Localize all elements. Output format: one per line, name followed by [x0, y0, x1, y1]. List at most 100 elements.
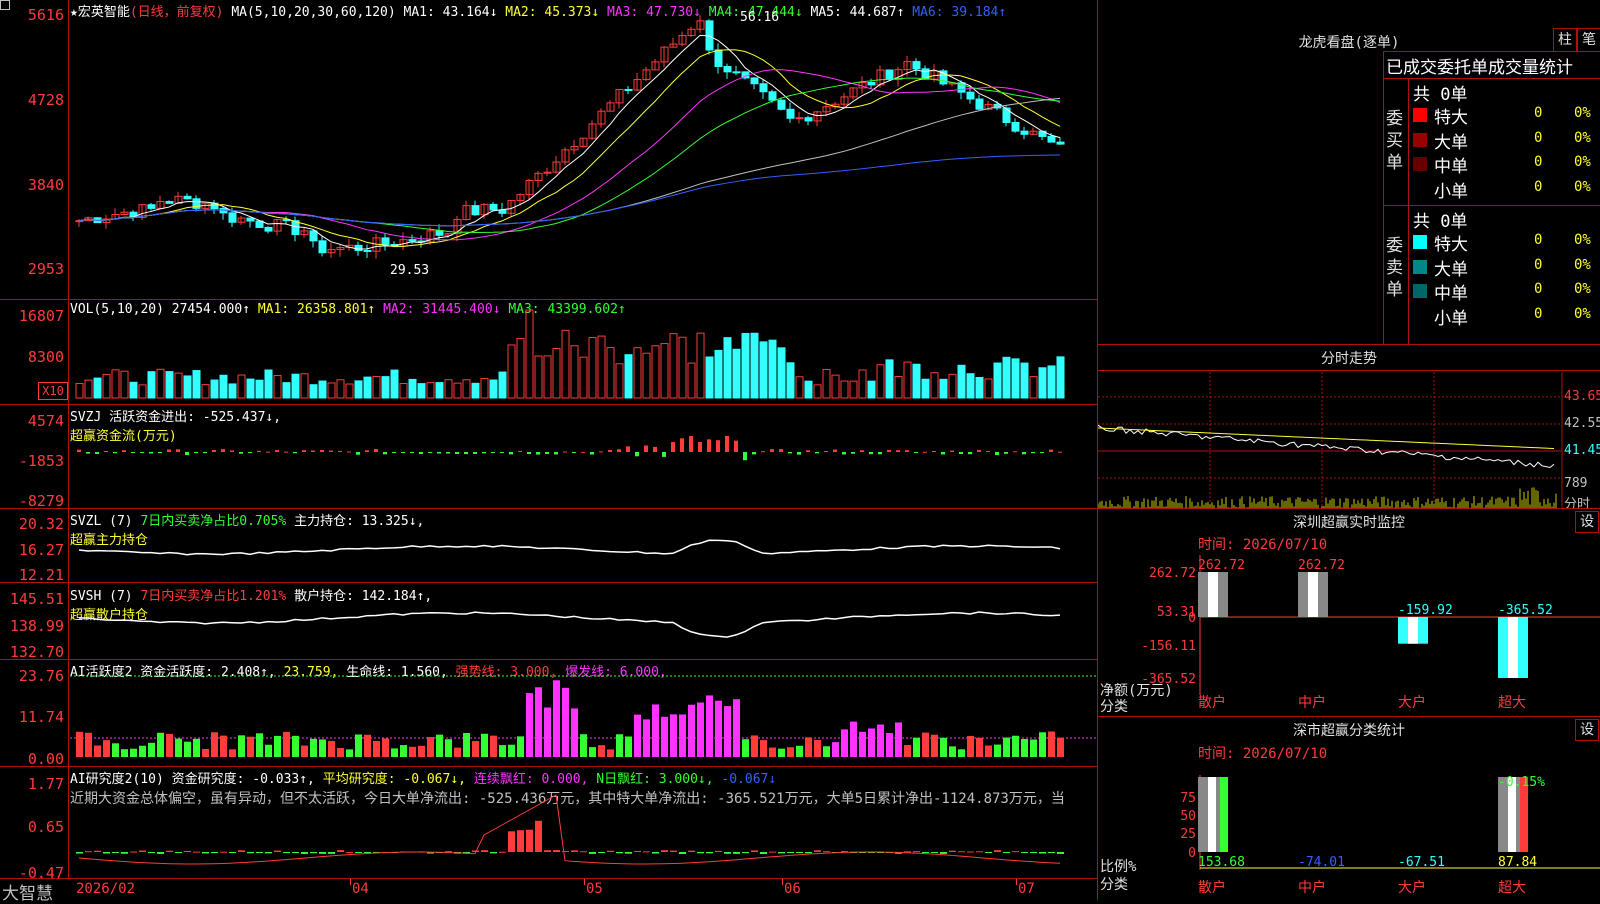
volume-bar: [642, 352, 651, 399]
volume-bar: [831, 374, 840, 399]
volume-bar: [300, 373, 309, 399]
candle-body: [147, 204, 156, 209]
monitor-bar-category: 散户: [1198, 694, 1226, 711]
candle-body: [408, 239, 417, 242]
monitor-bar-value: -365.52: [1498, 603, 1553, 618]
fund-flow-bar: [383, 452, 387, 455]
fund-flow-bar: [752, 452, 756, 455]
research-bar: [148, 852, 155, 853]
volume-bar: [201, 384, 210, 399]
research-bar: [202, 852, 209, 854]
research-bar: [733, 852, 740, 854]
volume-bar: [714, 349, 723, 399]
fund-flow-bar: [680, 438, 684, 452]
volume-bar: [759, 341, 768, 399]
activity-bar: [985, 745, 992, 757]
fund-flow-bar: [455, 452, 459, 455]
kline-svg[interactable]: [0, 0, 1098, 900]
fund-flow-bar: [194, 452, 198, 454]
activity-bar: [238, 735, 245, 757]
research-bar: [121, 852, 128, 854]
research-bar: [193, 851, 200, 853]
research-bar: [328, 852, 335, 854]
candle-body: [363, 249, 372, 252]
main-holding-line: [78, 539, 1061, 556]
volume-bar: [867, 380, 876, 399]
fund-flow-bar: [239, 452, 243, 454]
research-bar: [643, 851, 650, 853]
activity-bar: [391, 748, 398, 757]
candle-body: [867, 82, 876, 86]
research-bar: [562, 851, 569, 853]
activity-bar: [103, 740, 110, 757]
activity-bar: [904, 745, 911, 757]
candle-body: [732, 71, 741, 74]
research-bar: [283, 852, 290, 853]
candle-body: [624, 88, 633, 91]
candle-body: [498, 209, 507, 214]
fund-flow-bar: [122, 450, 126, 452]
activity-bar: [292, 735, 299, 757]
fund-flow-bar: [617, 449, 621, 452]
research-bar: [967, 851, 974, 853]
volume-bar: [390, 369, 399, 399]
volume-bar: [237, 374, 246, 399]
fund-flow-bar: [815, 452, 819, 454]
research-bar: [670, 850, 677, 852]
volume-bar: [921, 378, 930, 399]
volume-bar: [804, 380, 813, 399]
volume-bar: [903, 361, 912, 399]
fund-flow-bar: [347, 451, 351, 453]
classify-y-label: 25: [1180, 827, 1196, 842]
research-bar: [616, 852, 623, 854]
activity-bar: [283, 731, 290, 757]
fund-flow-bar: [590, 452, 594, 455]
activity-bar: [832, 742, 839, 757]
activity-bar: [643, 719, 650, 757]
activity-bar: [553, 680, 560, 757]
research-bar: [1057, 852, 1064, 854]
activity-bar: [751, 735, 758, 757]
fund-flow-bar: [968, 452, 972, 455]
research-bar: [787, 852, 794, 853]
activity-bar: [598, 745, 605, 757]
fund-flow-bar: [446, 452, 450, 454]
activity-bar: [472, 741, 479, 757]
research-bar: [166, 850, 173, 852]
fund-flow-bar: [797, 452, 801, 455]
fund-flow-bar: [140, 452, 144, 453]
research-bar: [607, 850, 614, 852]
monitor-bar-category: 中户: [1298, 694, 1326, 711]
volume-bar: [246, 378, 255, 399]
volume-bar: [678, 336, 687, 399]
volume-bar: [534, 355, 543, 399]
classify-bar-side: [1220, 777, 1228, 852]
fund-flow-bar: [509, 452, 513, 455]
research-bar: [481, 850, 488, 852]
volume-bar: [840, 380, 849, 399]
fund-flow-bar: [914, 452, 918, 453]
fund-flow-bar: [149, 452, 153, 454]
activity-bar: [184, 741, 191, 757]
fund-flow-bar: [554, 452, 558, 455]
classify-bar-value: 153.68: [1198, 855, 1245, 870]
volume-bar: [228, 383, 237, 399]
volume-bar: [786, 362, 795, 399]
monitor-bar-highlight: [1208, 572, 1218, 617]
classify-bar-category: 中户: [1298, 879, 1326, 896]
right-panel: 龙虎看盘(逐单) 柱 笔 已成交委托单成交量统计 委买单 委卖单 共 0单 共 …: [1098, 0, 1600, 900]
activity-bar: [130, 748, 137, 757]
chart-area[interactable]: 5616 4728 3840 2953 16807 8300 X10 4574 …: [0, 0, 1098, 904]
classify-bar-category: 超大: [1498, 880, 1526, 896]
fund-flow-bar: [725, 435, 729, 452]
fund-flow-bar: [527, 452, 531, 454]
fund-flow-bar: [869, 452, 873, 455]
candle-body: [786, 108, 795, 119]
activity-bar: [373, 740, 380, 757]
research-bar: [625, 852, 632, 854]
fund-flow-bar: [95, 452, 99, 454]
volume-bar: [354, 380, 363, 399]
volume-bar: [876, 364, 885, 399]
volume-bar: [174, 372, 183, 399]
research-bar: [580, 851, 587, 853]
